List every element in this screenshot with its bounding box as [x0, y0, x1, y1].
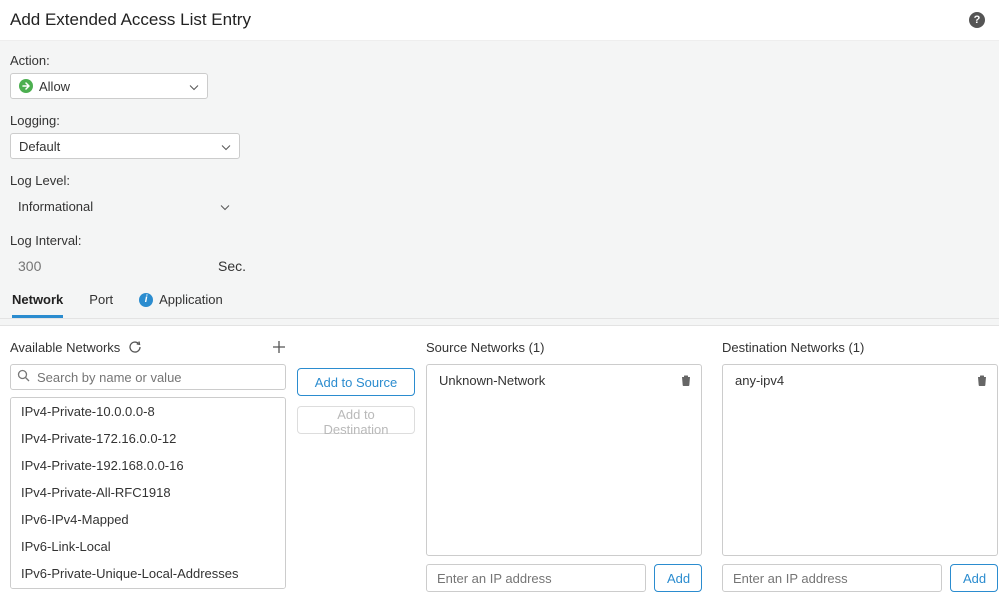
destination-networks-column: Destination Networks (1) any-ipv4 Add: [722, 338, 998, 592]
help-icon[interactable]: ?: [969, 12, 985, 28]
loglevel-value: Informational: [18, 199, 93, 214]
logging-select[interactable]: Default: [10, 133, 240, 159]
logging-label: Logging:: [10, 113, 989, 128]
source-ip-input[interactable]: [426, 564, 646, 592]
tab-network[interactable]: Network: [12, 283, 63, 318]
action-select[interactable]: Allow: [10, 73, 208, 99]
list-item[interactable]: IPv4-Private-172.16.0.0-12: [11, 425, 285, 452]
transfer-buttons: Add to Source Add to Destination: [286, 338, 426, 592]
destination-title: Destination Networks (1): [722, 340, 864, 355]
available-title: Available Networks: [10, 340, 120, 355]
refresh-icon[interactable]: [128, 340, 142, 354]
add-to-source-button[interactable]: Add to Source: [297, 368, 415, 396]
info-icon: i: [139, 293, 153, 307]
chevron-down-icon: [220, 199, 230, 214]
form-area: Action: Allow Logging: Default Log Level…: [0, 41, 999, 326]
chevron-down-icon: [221, 139, 231, 154]
add-network-icon[interactable]: [272, 340, 286, 354]
list-item[interactable]: IPv6-Link-Local: [11, 533, 285, 560]
list-item[interactable]: IPv4-Private-10.0.0.0-8: [11, 398, 285, 425]
chevron-down-icon: [189, 79, 199, 94]
dialog-title: Add Extended Access List Entry: [10, 10, 251, 30]
logging-row: Logging: Default: [10, 113, 989, 159]
trash-icon[interactable]: [973, 371, 991, 389]
destination-item[interactable]: any-ipv4: [723, 365, 997, 395]
tab-port[interactable]: Port: [89, 283, 113, 318]
list-item[interactable]: IPv6-Private-Unique-Local-Addresses: [11, 560, 285, 587]
loginterval-label: Log Interval:: [10, 233, 989, 248]
tabs: Network Port i Application: [0, 283, 999, 319]
loginterval-unit: Sec.: [218, 258, 246, 274]
list-item[interactable]: IPv6-to-IPv4-Relay-Anycast: [11, 587, 285, 589]
destination-ip-input[interactable]: [722, 564, 942, 592]
loginterval-input[interactable]: [10, 253, 210, 279]
loglevel-row: Log Level: Informational: [10, 173, 989, 219]
source-item[interactable]: Unknown-Network: [427, 365, 701, 395]
source-networks-column: Source Networks (1) Unknown-Network Add: [426, 338, 702, 592]
available-list[interactable]: IPv4-Private-10.0.0.0-8 IPv4-Private-172…: [10, 397, 286, 589]
tab-application[interactable]: i Application: [139, 283, 223, 318]
destination-list[interactable]: any-ipv4: [722, 364, 998, 556]
list-item[interactable]: IPv6-IPv4-Mapped: [11, 506, 285, 533]
source-list[interactable]: Unknown-Network: [426, 364, 702, 556]
action-row: Action: Allow: [10, 53, 989, 99]
action-value: Allow: [39, 79, 70, 94]
trash-icon[interactable]: [677, 371, 695, 389]
dialog-header: Add Extended Access List Entry ?: [0, 0, 999, 41]
list-item[interactable]: IPv4-Private-All-RFC1918: [11, 479, 285, 506]
list-item[interactable]: IPv4-Private-192.168.0.0-16: [11, 452, 285, 479]
available-networks-column: Available Networks IPv4-Private-10.0.0.0…: [10, 338, 286, 592]
networks-area: Available Networks IPv4-Private-10.0.0.0…: [0, 326, 999, 602]
allow-icon: [19, 79, 33, 93]
loglevel-select[interactable]: Informational: [10, 193, 238, 219]
loginterval-row: Log Interval: Sec.: [10, 233, 989, 279]
destination-add-button[interactable]: Add: [950, 564, 998, 592]
add-to-destination-button: Add to Destination: [297, 406, 415, 434]
logging-value: Default: [19, 139, 60, 154]
source-title: Source Networks (1): [426, 340, 544, 355]
action-label: Action:: [10, 53, 989, 68]
source-add-button[interactable]: Add: [654, 564, 702, 592]
search-input[interactable]: [10, 364, 286, 390]
loglevel-label: Log Level:: [10, 173, 989, 188]
